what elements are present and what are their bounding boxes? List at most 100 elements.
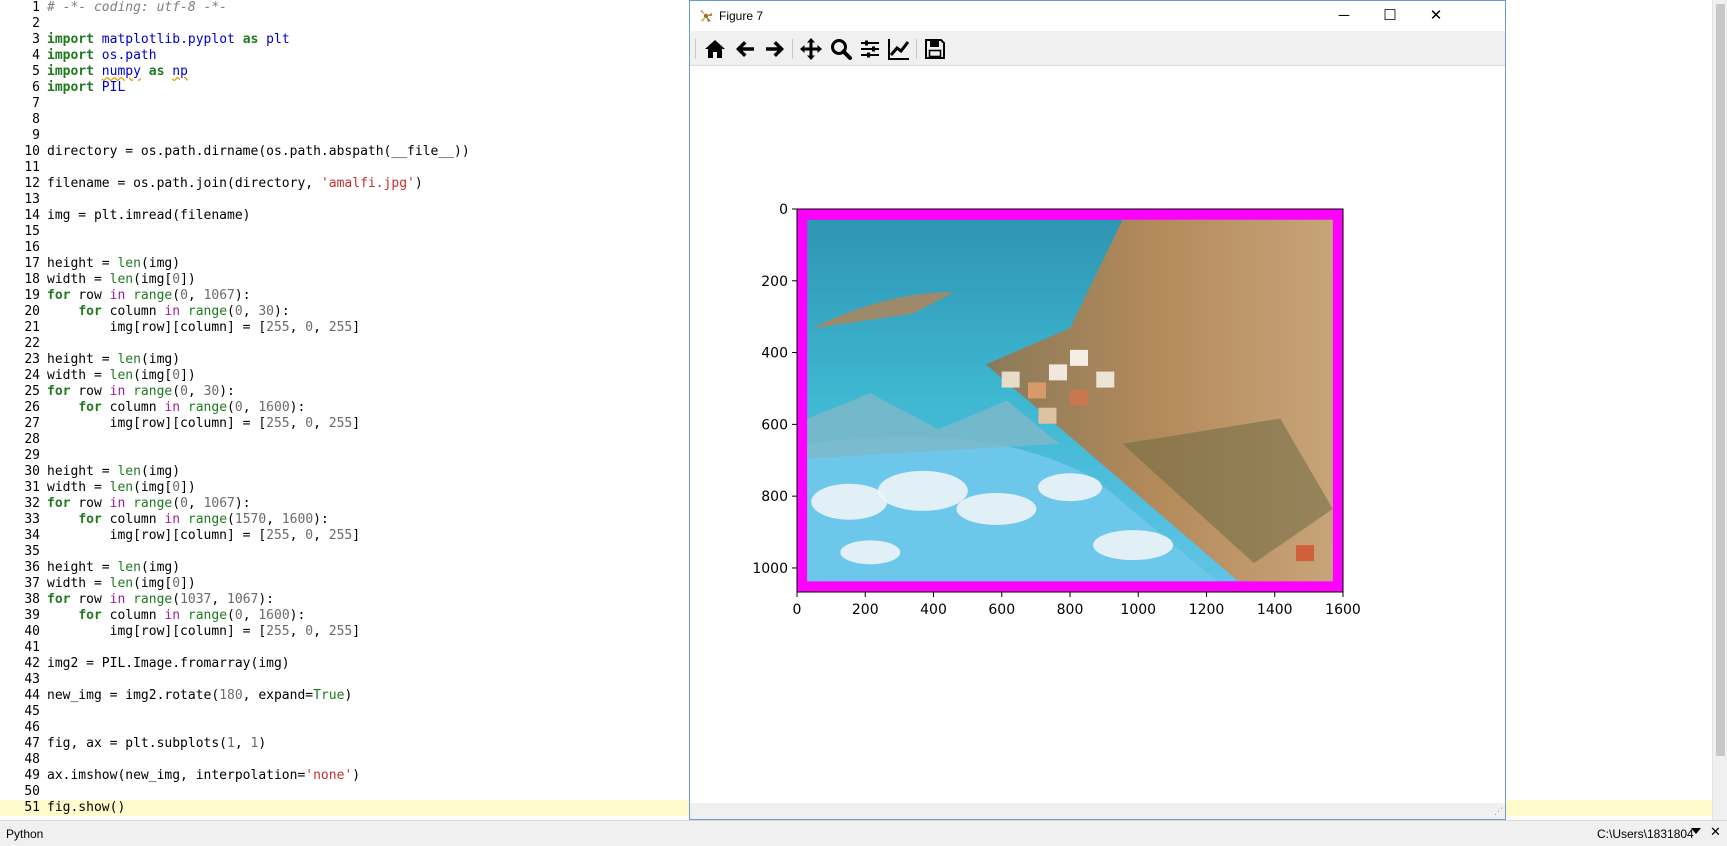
code-token: range [133, 288, 173, 303]
code-token: for [47, 288, 71, 303]
code-token: as [242, 32, 259, 47]
line-number: 9 [32, 128, 40, 143]
code-token: len [117, 352, 141, 367]
editor-vertical-scrollbar[interactable] [1712, 0, 1727, 820]
line-number: 48 [24, 752, 40, 767]
figure-canvas[interactable]: 0 200 400 600 800 1000 1200 1400 1600 0 200 400 600 8… [690, 66, 1505, 803]
code-token: , [187, 384, 204, 399]
photo-cloud [840, 540, 901, 565]
pan-move-icon[interactable] [798, 36, 824, 62]
line-number: 30 [24, 464, 40, 479]
code-token: 1067 [203, 288, 235, 303]
line-number: 26 [24, 400, 40, 415]
code-token: ax.imshow(new_img, interpolation= [47, 768, 306, 783]
close-icon[interactable]: ✕ [1710, 824, 1721, 840]
code-token: ( [227, 512, 235, 527]
code-token: ): [258, 592, 275, 607]
code-text: import matplotlib.pyplot as plt [47, 32, 290, 48]
code-token: fig, ax = plt.subplots( [47, 736, 228, 751]
code-token: ): [313, 512, 329, 527]
code-text: import os.path [47, 48, 157, 64]
x-tick-label: 1400 [1257, 602, 1293, 618]
y-tick-label: 200 [761, 274, 788, 290]
back-arrow-icon[interactable] [732, 36, 758, 62]
toolbar-separator [695, 39, 696, 59]
line-number: 16 [24, 240, 40, 255]
x-tick-label: 200 [852, 602, 879, 618]
code-token: len [109, 368, 134, 383]
code-token: ) [414, 176, 423, 191]
code-text: img2 = PIL.Image.fromarray(img) [47, 656, 290, 672]
code-token: in [164, 512, 181, 527]
line-number: 42 [24, 656, 40, 671]
code-token: 1600 [258, 400, 290, 415]
toolbar-separator [792, 39, 793, 59]
code-token: 255 [328, 624, 353, 639]
code-token: , [289, 528, 306, 543]
code-token: ): [289, 608, 306, 623]
code-token: range [187, 608, 228, 623]
status-language[interactable]: Python [6, 827, 43, 841]
code-token: , [211, 592, 228, 607]
scrollbar-thumb[interactable] [1716, 4, 1725, 756]
window-title: Figure 7 [719, 9, 764, 23]
code-token: img[row][column] = [ [47, 416, 267, 431]
code-token: for [78, 608, 102, 623]
code-text: for column in range(1570, 1600): [47, 512, 329, 528]
code-token: 0 [180, 384, 188, 399]
code-token: 255 [266, 528, 290, 543]
forward-arrow-icon[interactable] [762, 36, 788, 62]
minimize-button[interactable]: ─ [1321, 1, 1367, 31]
code-token: 255 [328, 416, 353, 431]
line-number: 5 [32, 64, 40, 79]
code-token: 0 [172, 368, 181, 383]
resize-grip-icon[interactable]: ⋰ [1494, 807, 1503, 817]
code-token: ) [344, 688, 353, 703]
code-token: , [234, 736, 251, 751]
code-token: ( [172, 592, 181, 607]
code-token: 0 [172, 576, 181, 591]
code-token: for [47, 496, 71, 511]
line-number: 41 [24, 640, 40, 655]
save-floppy-icon[interactable] [922, 36, 948, 62]
y-tick-label: 1000 [752, 561, 788, 577]
edit-axis-icon[interactable] [886, 36, 912, 62]
window-titlebar[interactable]: Figure 7 ─ ☐ ✕ [690, 1, 1505, 31]
subplots-config-icon[interactable] [857, 36, 883, 62]
x-tick-label: 0 [793, 602, 802, 618]
line-number: 40 [24, 624, 40, 639]
code-token: ) [258, 736, 267, 751]
toolbar-separator [916, 39, 917, 59]
close-window-button[interactable]: ✕ [1413, 1, 1459, 31]
code-token: (img) [140, 352, 181, 367]
code-text: for row in range(0, 30): [47, 384, 235, 400]
code-token: 255 [328, 320, 353, 335]
line-number: 38 [24, 592, 40, 607]
code-token: 0 [234, 304, 243, 319]
photo-building [1070, 389, 1088, 406]
x-tick-label: 1000 [1120, 602, 1156, 618]
line-number: 21 [24, 320, 40, 335]
zoom-magnifier-icon[interactable] [828, 36, 854, 62]
code-token: , [187, 288, 204, 303]
line-number: 33 [24, 512, 40, 527]
chevron-down-icon[interactable] [1690, 825, 1702, 839]
status-working-directory[interactable]: C:\Users\1831804 [1597, 827, 1694, 841]
code-text: for row in range(0, 1067): [47, 288, 251, 304]
code-token: (img) [140, 560, 181, 575]
code-token: (img[ [133, 368, 173, 383]
code-token: width = [47, 368, 110, 383]
code-token: 0 [305, 320, 314, 335]
line-number: 19 [24, 288, 40, 303]
code-token: directory = os.path.dirname(os.path.absp… [47, 144, 470, 159]
maximize-button[interactable]: ☐ [1367, 1, 1413, 31]
home-icon[interactable] [702, 36, 728, 62]
y-tick-label: 0 [779, 202, 788, 218]
code-token: (img[ [133, 576, 173, 591]
